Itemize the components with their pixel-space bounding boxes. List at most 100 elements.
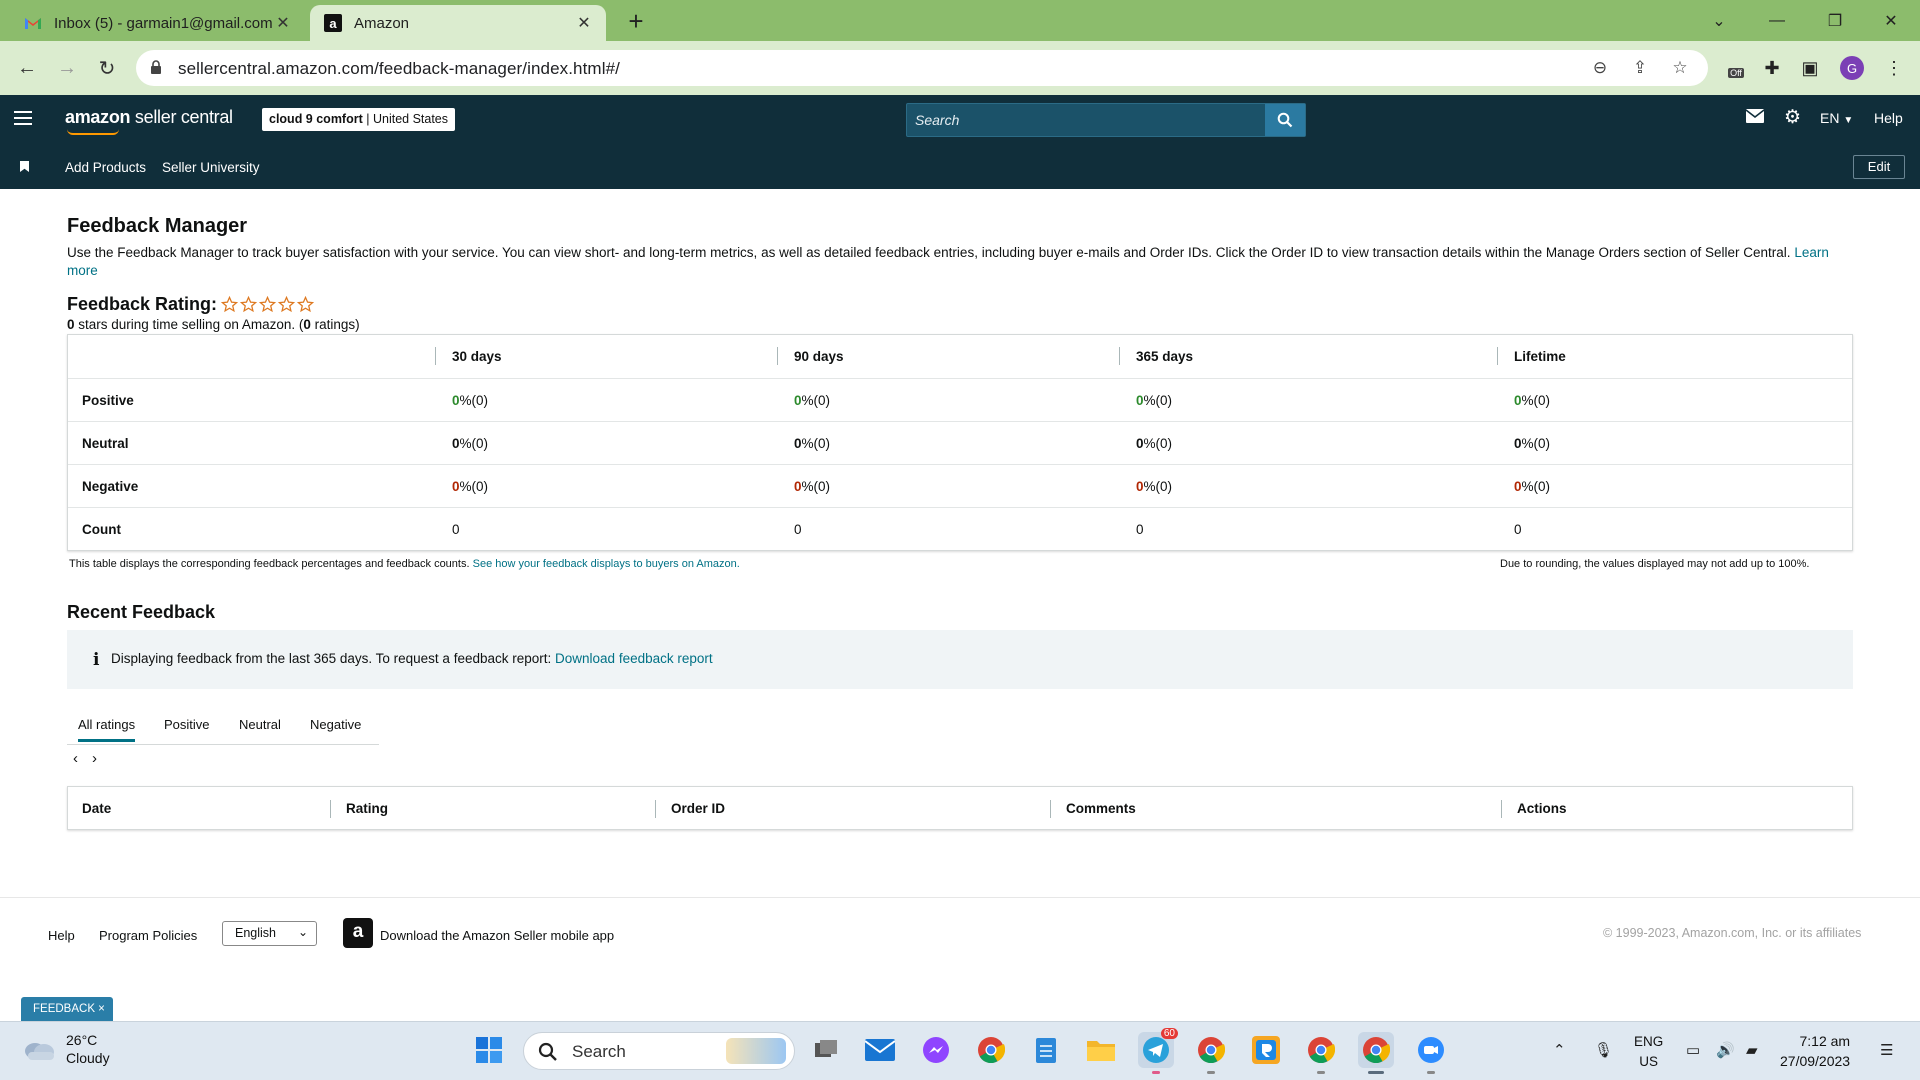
column-header-rating[interactable]: Rating — [330, 787, 655, 829]
tab-gmail[interactable]: Inbox (5) - garmain1@gmail.com ✕ — [10, 5, 305, 41]
task-view-icon[interactable] — [808, 1032, 844, 1068]
chrome-profile-icon[interactable] — [1193, 1032, 1229, 1074]
mail-app-icon[interactable] — [862, 1032, 898, 1068]
amazon-seller-central-logo[interactable]: amazon seller central — [65, 107, 233, 135]
side-panel-icon[interactable]: ▣ — [1796, 54, 1824, 82]
edit-bookmarks-button[interactable]: Edit — [1853, 155, 1905, 179]
rounding-note: Due to rounding, the values displayed ma… — [1500, 558, 1810, 570]
notification-badge: 60 — [1160, 1028, 1178, 1039]
back-icon[interactable]: ← — [11, 52, 43, 84]
microphone-icon[interactable]: 🎙 — [1594, 1041, 1613, 1059]
tab-search-chevron-icon[interactable]: ⌄ — [1690, 0, 1748, 41]
amazon-app-icon[interactable]: a — [343, 918, 373, 948]
nav-seller-university[interactable]: Seller University — [162, 160, 260, 175]
feedback-metrics-table: 30 days 90 days 365 days Lifetime Positi… — [67, 334, 1853, 551]
tab-negative[interactable]: Negative — [310, 717, 361, 732]
table-cell: 0 %(0) — [794, 478, 831, 494]
tab-all-ratings[interactable]: All ratings — [78, 717, 136, 742]
rating-stars — [221, 296, 315, 313]
r-app-icon[interactable] — [1248, 1032, 1284, 1068]
extensions-puzzle-icon[interactable]: ✚ — [1758, 54, 1786, 82]
bookmark-icon[interactable] — [20, 161, 29, 172]
zoom-app-icon[interactable] — [1413, 1032, 1449, 1074]
minimize-icon[interactable]: — — [1748, 0, 1806, 41]
chevron-right-icon[interactable]: › — [92, 750, 97, 767]
browser-menu-icon[interactable]: ⋮ — [1880, 54, 1908, 82]
profile-avatar[interactable]: G — [1840, 56, 1864, 80]
chrome-profile-icon[interactable] — [1303, 1032, 1339, 1074]
pagination: ‹ › — [73, 750, 97, 767]
help-link[interactable]: Help — [1874, 110, 1903, 126]
system-clock[interactable]: 7:12 am 27/09/2023 — [1780, 1031, 1850, 1071]
info-alert: i Displaying feedback from the last 365 … — [67, 630, 1853, 689]
tab-positive[interactable]: Positive — [164, 717, 210, 732]
address-bar[interactable]: sellercentral.amazon.com/feedback-manage… — [136, 50, 1708, 86]
battery-icon[interactable]: ▰ — [1746, 1041, 1758, 1059]
tab-neutral[interactable]: Neutral — [239, 717, 281, 732]
chevron-left-icon[interactable]: ‹ — [73, 750, 78, 767]
search-input[interactable] — [915, 112, 1255, 128]
table-note: This table displays the corresponding fe… — [69, 558, 740, 570]
copyright-text: © 1999-2023, Amazon.com, Inc. or its aff… — [1603, 926, 1862, 940]
extension-off-icon[interactable]: Off — [1722, 54, 1750, 82]
telegram-icon[interactable]: 60 — [1138, 1028, 1178, 1074]
store-switcher[interactable]: cloud 9 comfort | United States — [262, 108, 456, 131]
download-app-link[interactable]: Download the Amazon Seller mobile app — [380, 928, 614, 943]
chrome-icon[interactable] — [973, 1032, 1009, 1068]
zoom-icon[interactable]: ⊖ — [1588, 56, 1612, 80]
bookmark-star-icon[interactable]: ☆ — [1668, 56, 1692, 80]
nav-add-products[interactable]: Add Products — [65, 160, 146, 175]
gmail-icon — [24, 14, 42, 32]
table-cell: 0 %(0) — [452, 435, 489, 451]
show-hidden-icons-chevron-icon[interactable]: ⌃ — [1553, 1041, 1566, 1059]
forward-icon[interactable]: → — [51, 52, 83, 84]
table-row: Positive 0 %(0) 0 %(0) 0 %(0) 0 %(0) — [68, 378, 1852, 421]
table-header-cell: Lifetime — [1497, 335, 1852, 378]
chrome-active-icon[interactable] — [1358, 1032, 1394, 1074]
search-button[interactable] — [1265, 104, 1305, 136]
tab-amazon[interactable]: a Amazon ✕ — [310, 5, 606, 41]
hamburger-menu-icon[interactable] — [14, 111, 32, 129]
table-header-cell — [68, 335, 435, 378]
amazon-icon: a — [324, 14, 342, 32]
messenger-icon[interactable] — [918, 1032, 954, 1068]
feedback-widget-button[interactable]: FEEDBACK × — [21, 997, 113, 1021]
mail-icon[interactable] — [1745, 109, 1765, 128]
table-row: Count 0 0 0 0 — [68, 507, 1852, 550]
taskbar-search[interactable]: Search — [523, 1032, 795, 1070]
search-icon — [1277, 112, 1293, 128]
download-feedback-report-link[interactable]: Download feedback report — [555, 651, 713, 666]
language-selector[interactable]: EN ▼ — [1820, 110, 1853, 126]
column-header-date[interactable]: Date — [68, 787, 330, 829]
table-header-cell: 30 days — [435, 335, 777, 378]
input-language-indicator[interactable]: ENG US — [1634, 1032, 1663, 1072]
footer-program-policies-link[interactable]: Program Policies — [99, 928, 197, 943]
footer-help-link[interactable]: Help — [48, 928, 75, 943]
rating-filter-tabs: All ratings Positive Neutral Negative — [67, 705, 379, 745]
close-window-icon[interactable]: ✕ — [1862, 0, 1920, 41]
windows-start-icon[interactable] — [471, 1032, 507, 1068]
weather-widget[interactable]: 26°C Cloudy — [22, 1031, 110, 1067]
notifications-icon[interactable]: ☰ — [1880, 1041, 1893, 1059]
footer-language-select[interactable]: English ⌄ — [222, 921, 317, 946]
row-label: Positive — [82, 392, 134, 408]
table-cell: 0 %(0) — [1136, 392, 1173, 408]
close-tab-icon[interactable]: ✕ — [574, 13, 594, 33]
column-header-order-id[interactable]: Order ID — [655, 787, 1050, 829]
table-cell: 0 — [1514, 521, 1522, 537]
share-icon[interactable]: ⇪ — [1628, 56, 1652, 80]
reload-icon[interactable]: ↻ — [91, 52, 123, 84]
column-header-comments[interactable]: Comments — [1050, 787, 1501, 829]
volume-icon[interactable]: 🔊 — [1716, 1041, 1735, 1059]
restore-icon[interactable]: ❐ — [1806, 0, 1864, 41]
new-tab-button[interactable]: + — [620, 6, 652, 38]
notepad-icon[interactable] — [1028, 1032, 1064, 1068]
settings-gear-icon[interactable]: ⚙ — [1784, 106, 1801, 129]
network-icon[interactable]: ▭ — [1686, 1041, 1700, 1059]
table-cell: 0 %(0) — [1514, 392, 1551, 408]
row-label: Count — [82, 521, 121, 537]
intro-text: Use the Feedback Manager to track buyer … — [67, 245, 1829, 278]
close-tab-icon[interactable]: ✕ — [273, 13, 293, 33]
file-explorer-icon[interactable] — [1083, 1032, 1119, 1068]
feedback-display-link[interactable]: See how your feedback displays to buyers… — [473, 558, 740, 570]
